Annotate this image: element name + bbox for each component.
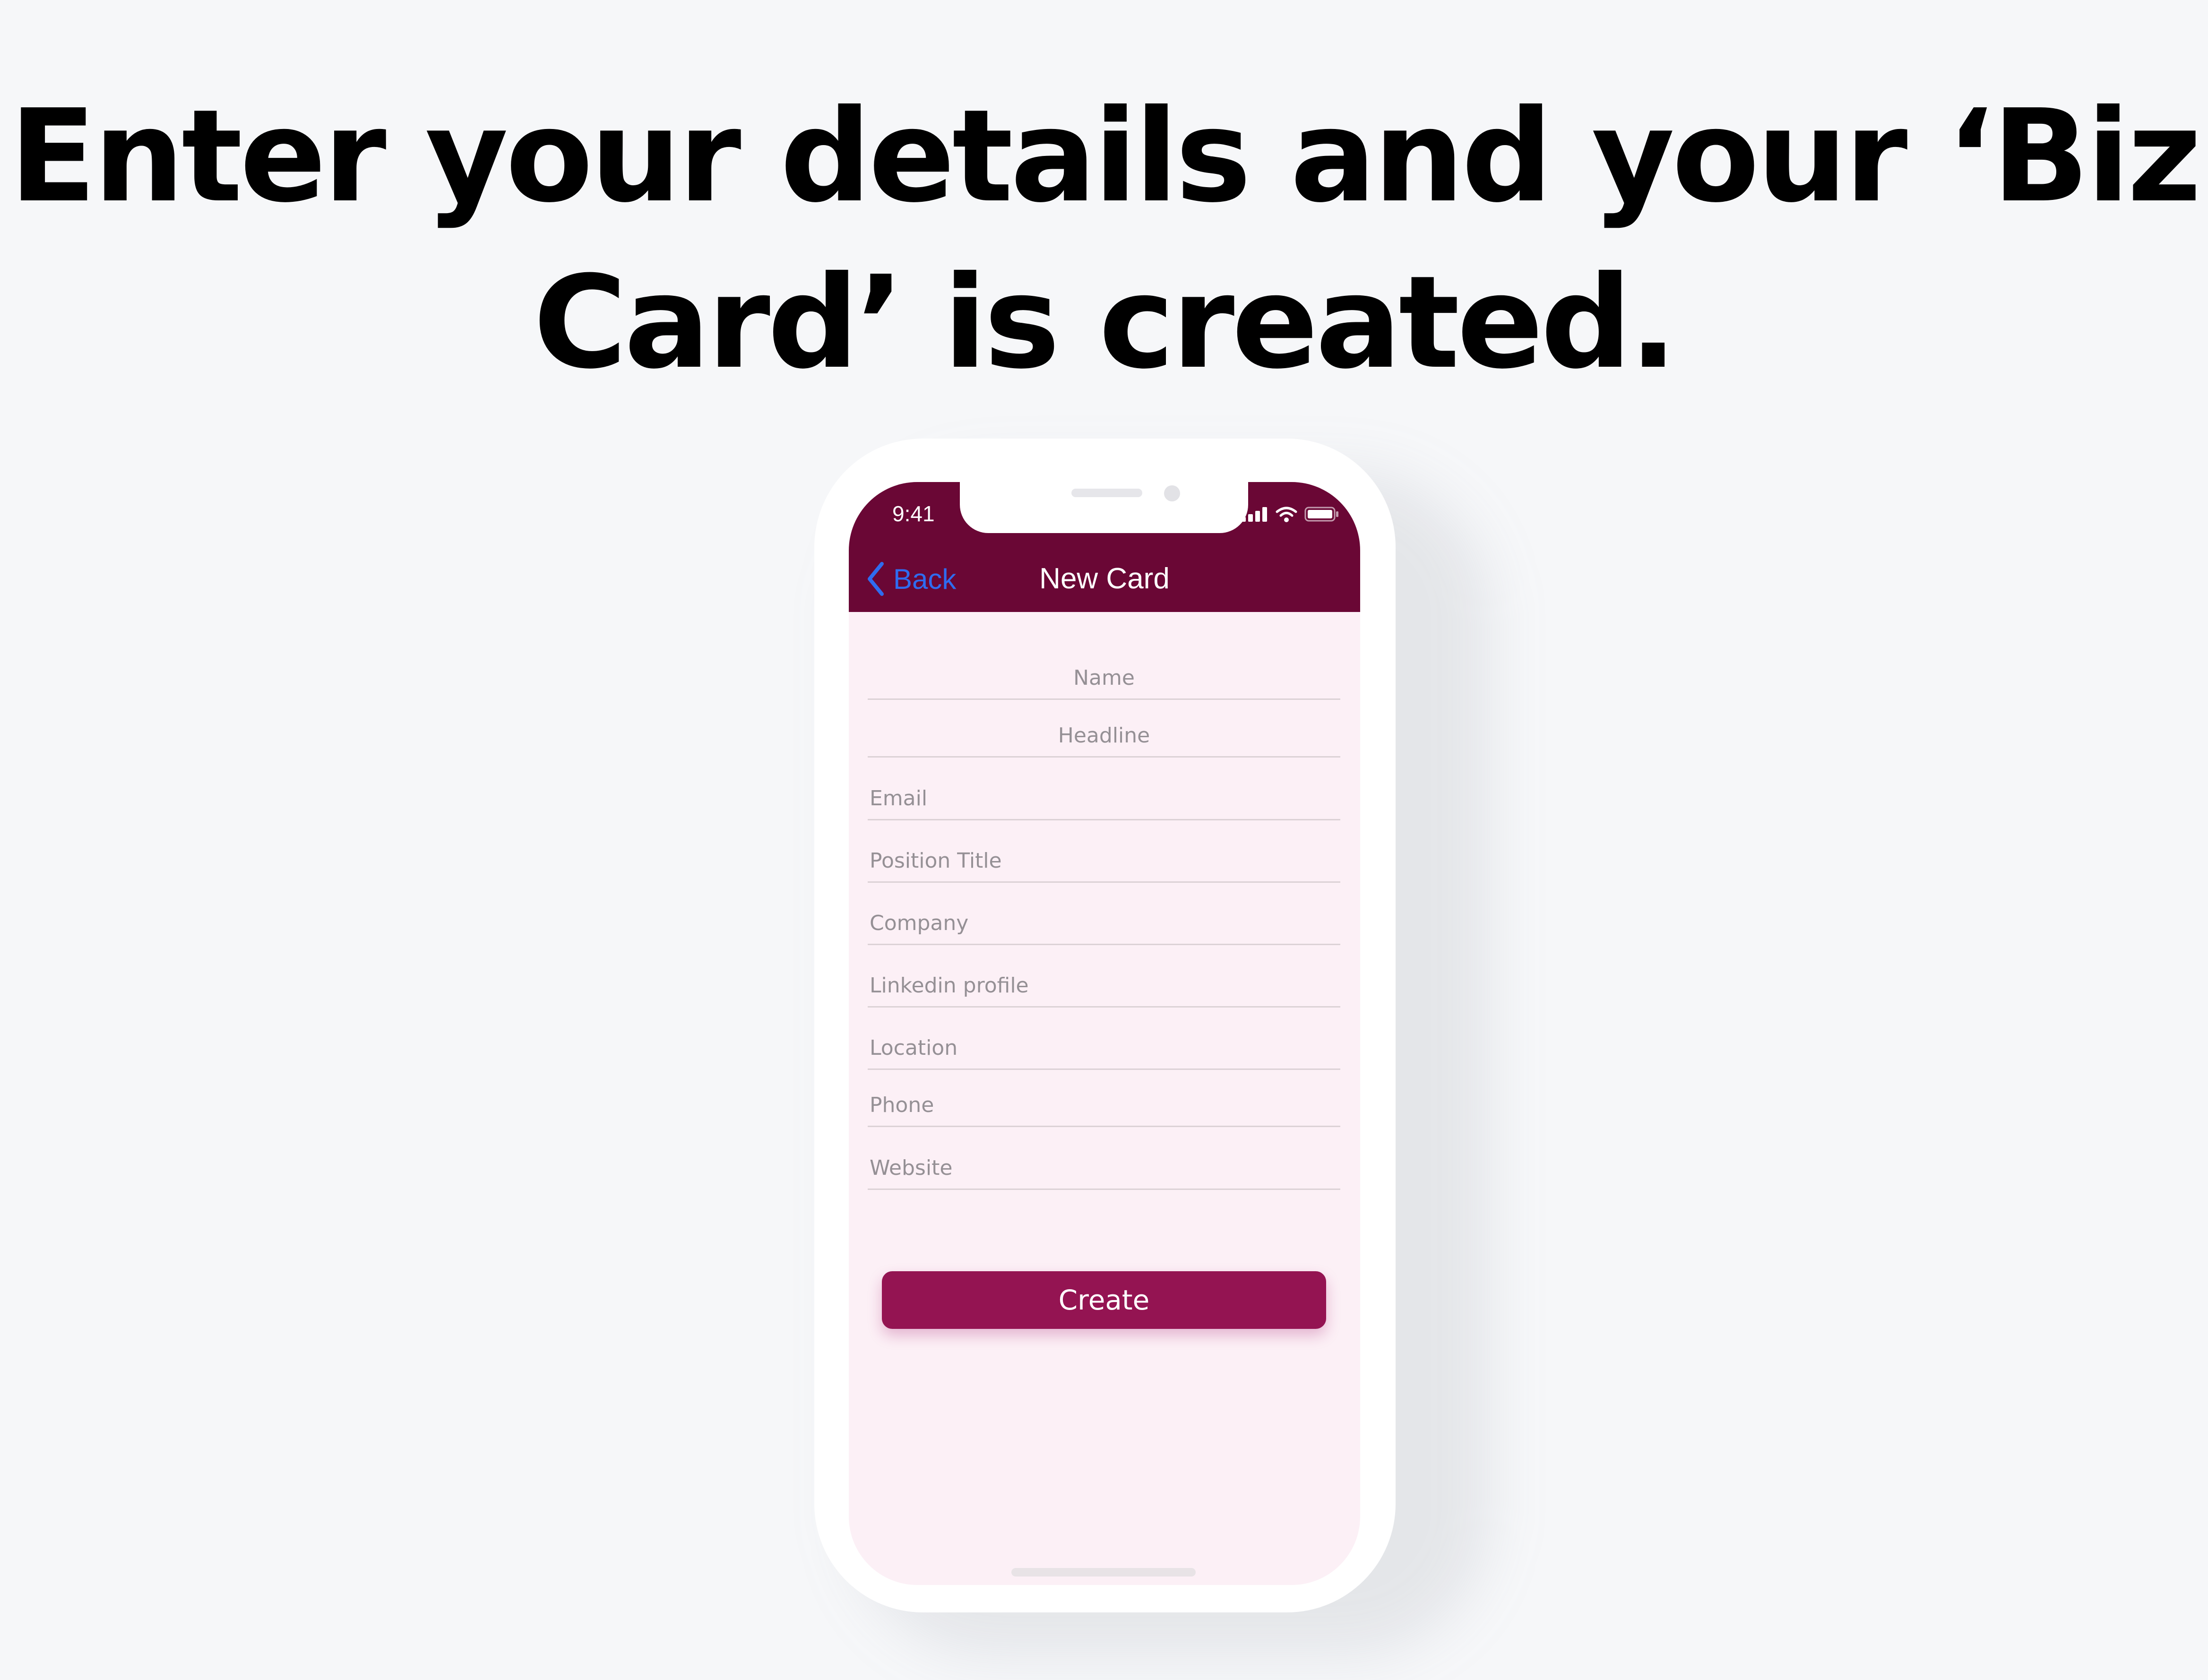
battery-icon bbox=[1304, 507, 1338, 522]
email-input[interactable] bbox=[868, 780, 1340, 816]
phone-field bbox=[868, 1087, 1340, 1127]
location-field bbox=[868, 1030, 1340, 1070]
front-camera bbox=[1164, 485, 1180, 501]
wifi-icon bbox=[1276, 507, 1297, 522]
create-button[interactable]: Create bbox=[882, 1271, 1326, 1329]
phone-input[interactable] bbox=[868, 1087, 1340, 1123]
nav-title: New Card bbox=[1039, 562, 1170, 595]
page-headline: Enter your details and your ‘Biz Card’ i… bbox=[9, 82, 2202, 397]
phone-mockup: 9:41 Back New Card Name Headline Email P… bbox=[814, 439, 1396, 1612]
cellular-signal-icon bbox=[1241, 507, 1267, 522]
website-input[interactable] bbox=[868, 1150, 1340, 1186]
website-field bbox=[868, 1150, 1340, 1190]
nav-bar: Back New Card bbox=[849, 553, 1360, 605]
speaker-grille bbox=[1071, 489, 1142, 497]
phone-screen: 9:41 Back New Card Name Headline Email P… bbox=[849, 482, 1360, 1585]
linkedin-profile-input[interactable] bbox=[868, 967, 1340, 1003]
name-input[interactable] bbox=[868, 660, 1340, 696]
company-field bbox=[868, 905, 1340, 945]
status-time: 9:41 bbox=[892, 501, 935, 526]
phone-notch bbox=[960, 482, 1248, 533]
position-title-input[interactable] bbox=[868, 843, 1340, 879]
email-field bbox=[868, 780, 1340, 820]
home-indicator bbox=[1011, 1568, 1196, 1577]
name-field bbox=[868, 660, 1340, 700]
headline-field bbox=[868, 717, 1340, 758]
navigation-header: 9:41 Back New Card bbox=[849, 482, 1360, 612]
headline-input[interactable] bbox=[868, 717, 1340, 753]
linkedin-profile-field bbox=[868, 967, 1340, 1008]
location-input[interactable] bbox=[868, 1030, 1340, 1066]
position-title-field bbox=[868, 843, 1340, 883]
company-input[interactable] bbox=[868, 905, 1340, 941]
status-icons bbox=[1241, 505, 1339, 524]
